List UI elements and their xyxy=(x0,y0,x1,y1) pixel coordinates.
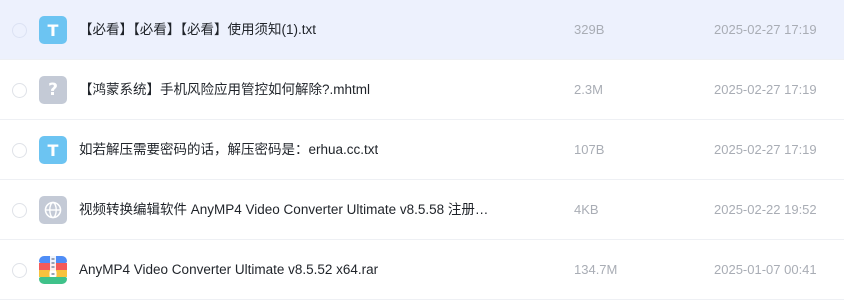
file-name[interactable]: 【鸿蒙系统】手机风险应用管控如何解除?.mhtml xyxy=(79,60,370,120)
file-size: 134.7M xyxy=(574,262,618,277)
file-date: 2025-01-07 00:41 xyxy=(714,262,817,277)
select-checkbox[interactable] xyxy=(12,83,27,98)
web-link-icon xyxy=(39,196,67,224)
file-name[interactable]: 【必看】【必看】【必看】使用须知(1).txt xyxy=(79,0,316,60)
select-checkbox[interactable] xyxy=(12,143,27,158)
file-list: T 【必看】【必看】【必看】使用须知(1).txt 329B 2025-02-2… xyxy=(0,0,844,300)
file-name[interactable]: 如若解压需要密码的话，解压密码是：erhua.cc.txt xyxy=(79,120,378,180)
file-name[interactable]: 视频转换编辑软件 AnyMP4 Video Converter Ultimate… xyxy=(79,180,488,240)
select-checkbox[interactable] xyxy=(12,23,27,38)
file-row[interactable]: ? 【鸿蒙系统】手机风险应用管控如何解除?.mhtml 2.3M 2025-02… xyxy=(0,60,844,120)
file-date: 2025-02-27 17:19 xyxy=(714,142,817,157)
unknown-file-icon: ? xyxy=(39,76,67,104)
txt-file-icon: T xyxy=(39,16,67,44)
select-checkbox[interactable] xyxy=(12,263,27,278)
file-size: 2.3M xyxy=(574,82,603,97)
file-size: 329B xyxy=(574,22,605,37)
select-checkbox[interactable] xyxy=(12,203,27,218)
file-row[interactable]: 视频转换编辑软件 AnyMP4 Video Converter Ultimate… xyxy=(0,180,844,240)
file-row[interactable]: T 如若解压需要密码的话，解压密码是：erhua.cc.txt 107B 202… xyxy=(0,120,844,180)
file-row[interactable]: AnyMP4 Video Converter Ultimate v8.5.52 … xyxy=(0,240,844,300)
file-name[interactable]: AnyMP4 Video Converter Ultimate v8.5.52 … xyxy=(79,240,378,300)
file-row[interactable]: T 【必看】【必看】【必看】使用须知(1).txt 329B 2025-02-2… xyxy=(0,0,844,60)
rar-archive-icon xyxy=(39,256,67,284)
file-date: 2025-02-27 17:19 xyxy=(714,22,817,37)
file-date: 2025-02-27 17:19 xyxy=(714,82,817,97)
file-size: 107B xyxy=(574,142,605,157)
txt-file-icon: T xyxy=(39,136,67,164)
file-size: 4KB xyxy=(574,202,599,217)
file-date: 2025-02-22 19:52 xyxy=(714,202,817,217)
